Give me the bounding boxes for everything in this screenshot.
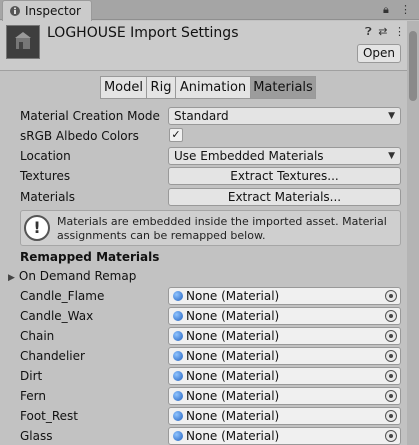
material-name: Foot_Rest — [20, 409, 79, 423]
on-demand-remap-foldout[interactable]: ▶ On Demand Remap — [8, 268, 136, 286]
material-field-value: None (Material) — [186, 289, 280, 303]
info-helpbox: ! Materials are embedded inside the impo… — [20, 210, 401, 246]
material-field-value: None (Material) — [186, 349, 280, 363]
object-picker-icon[interactable] — [385, 430, 397, 442]
material-object-field[interactable]: None (Material) — [168, 347, 401, 365]
page-title: LOGHOUSE Import Settings — [47, 25, 239, 41]
inspector-tab[interactable]: Inspector — [2, 0, 92, 21]
extract-materials-button[interactable]: Extract Materials... — [168, 188, 401, 206]
material-object-field[interactable]: None (Material) — [168, 327, 401, 345]
warning-exclamation-icon: ! — [24, 215, 50, 241]
material-field-value: None (Material) — [186, 369, 280, 383]
material-object-field[interactable]: None (Material) — [168, 427, 401, 445]
tab-animation[interactable]: Animation — [175, 76, 251, 99]
material-object-field[interactable]: None (Material) — [168, 367, 401, 385]
material-field-value: None (Material) — [186, 389, 280, 403]
tab-menu-icon[interactable]: ⋮ — [400, 3, 411, 17]
textures-label: Textures — [20, 169, 71, 183]
extract-textures-button[interactable]: Extract Textures... — [168, 167, 401, 185]
material-name: Candle_Wax — [20, 309, 94, 323]
material-name: Dirt — [20, 369, 43, 383]
info-icon — [10, 6, 20, 16]
material-creation-mode-dropdown[interactable]: Standard ▼ — [168, 107, 401, 125]
object-picker-icon[interactable] — [385, 350, 397, 362]
dropdown-arrow-icon: ▼ — [388, 151, 395, 161]
material-name: Candle_Flame — [20, 289, 105, 303]
material-object-field[interactable]: None (Material) — [168, 407, 401, 425]
lock-icon[interactable]: 🔒︎ — [383, 3, 389, 17]
window-tab-bar: Inspector 🔒︎ ⋮ — [0, 0, 419, 21]
more-menu-icon[interactable]: ⋮ — [394, 25, 405, 38]
material-icon — [173, 351, 183, 361]
material-icon — [173, 331, 183, 341]
location-dropdown[interactable]: Use Embedded Materials ▼ — [168, 147, 401, 165]
scrollbar-thumb[interactable] — [409, 31, 417, 101]
inspector-header: LOGHOUSE Import Settings ❓︎ ⇄ ⋮ Open — [0, 21, 407, 71]
vertical-scrollbar[interactable] — [407, 21, 419, 445]
object-picker-icon[interactable] — [385, 410, 397, 422]
material-icon — [173, 371, 183, 381]
material-object-field[interactable]: None (Material) — [168, 287, 401, 305]
on-demand-remap-label: On Demand Remap — [18, 269, 137, 283]
material-creation-mode-value: Standard — [174, 109, 229, 123]
material-name: Fern — [20, 389, 46, 403]
helpbox-text: Materials are embedded inside the import… — [57, 215, 387, 242]
object-picker-icon[interactable] — [385, 390, 397, 402]
material-creation-mode-label: Material Creation Mode — [20, 109, 160, 123]
srgb-albedo-label: sRGB Albedo Colors — [20, 129, 139, 143]
foldout-arrow-icon: ▶ — [8, 273, 15, 283]
material-field-value: None (Material) — [186, 309, 280, 323]
material-name: Chain — [20, 329, 55, 343]
material-icon — [173, 311, 183, 321]
material-icon — [173, 291, 183, 301]
asset-thumbnail — [6, 25, 40, 59]
material-icon — [173, 391, 183, 401]
settings-sliders-icon[interactable]: ⇄ — [378, 25, 387, 38]
material-field-value: None (Material) — [186, 429, 280, 443]
dropdown-arrow-icon: ▼ — [388, 111, 395, 121]
object-picker-icon[interactable] — [385, 290, 397, 302]
material-object-field[interactable]: None (Material) — [168, 307, 401, 325]
model-preview-icon — [15, 32, 31, 49]
object-picker-icon[interactable] — [385, 370, 397, 382]
material-field-value: None (Material) — [186, 329, 280, 343]
srgb-albedo-checkbox[interactable]: ✓ — [169, 128, 183, 142]
tab-rig[interactable]: Rig — [146, 76, 176, 99]
object-picker-icon[interactable] — [385, 330, 397, 342]
location-value: Use Embedded Materials — [174, 149, 324, 163]
material-icon — [173, 411, 183, 421]
material-field-value: None (Material) — [186, 409, 280, 423]
material-icon — [173, 431, 183, 441]
material-name: Glass — [20, 429, 53, 443]
open-button[interactable]: Open — [357, 44, 401, 63]
object-picker-icon[interactable] — [385, 310, 397, 322]
inspector-tab-label: Inspector — [25, 4, 81, 18]
tab-model[interactable]: Model — [100, 76, 147, 99]
material-object-field[interactable]: None (Material) — [168, 387, 401, 405]
material-name: Chandelier — [20, 349, 85, 363]
materials-label: Materials — [20, 190, 76, 204]
tab-materials[interactable]: Materials — [250, 76, 316, 99]
location-label: Location — [20, 149, 71, 163]
remapped-materials-title: Remapped Materials — [20, 250, 160, 264]
help-icon[interactable]: ❓︎ — [365, 25, 372, 38]
